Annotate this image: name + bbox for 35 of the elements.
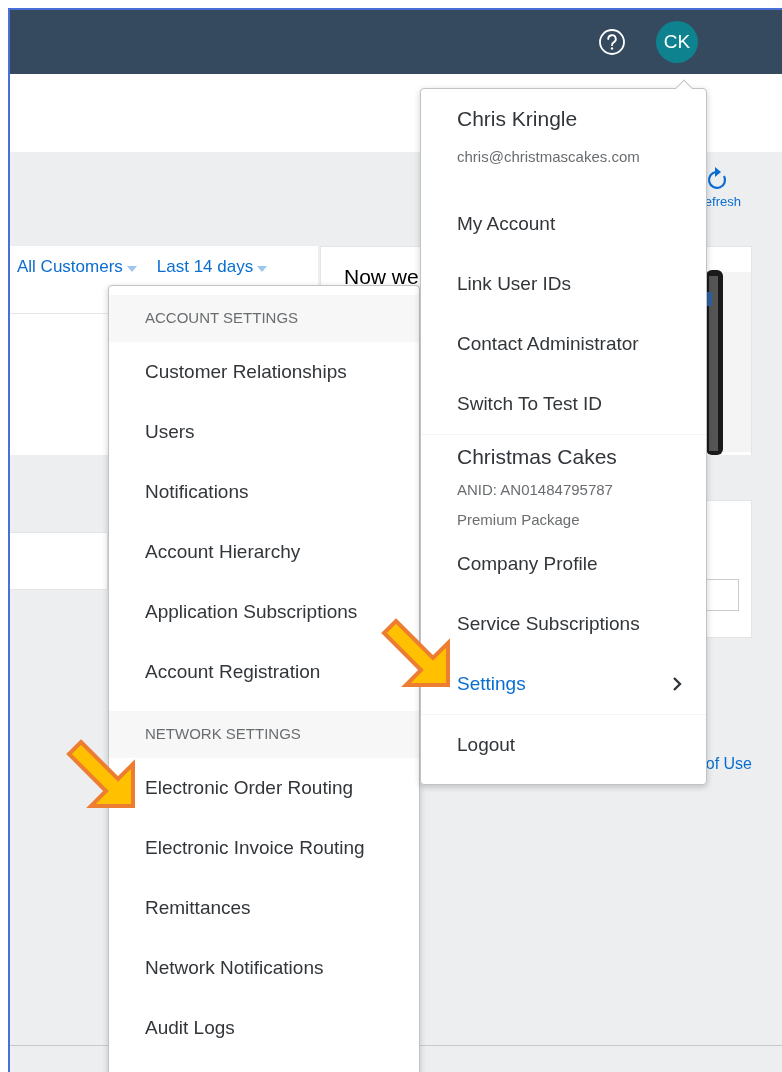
menu-item[interactable]: Audit Logs bbox=[145, 1016, 235, 1040]
input-field[interactable] bbox=[706, 579, 739, 611]
filter-dropdown[interactable]: Last 14 days bbox=[156, 257, 268, 277]
logout-item[interactable]: Logout bbox=[457, 733, 516, 757]
promo-title: Now we bbox=[344, 265, 419, 288]
menu-item[interactable]: Electronic Invoice Routing bbox=[145, 836, 365, 860]
menu-item[interactable]: Service Subscriptions bbox=[457, 612, 640, 636]
menu-item[interactable]: Network Notifications bbox=[145, 956, 324, 980]
menu-item[interactable]: Electronic Order Routing bbox=[145, 776, 354, 800]
menu-item[interactable]: Switch To Test ID bbox=[457, 392, 603, 416]
caret-icon bbox=[126, 266, 137, 272]
menu-item[interactable]: Link User IDs bbox=[457, 272, 572, 296]
section-heading: ACCOUNT SETTINGS bbox=[145, 308, 299, 329]
menu-item[interactable]: Application Subscriptions bbox=[145, 600, 358, 624]
menu-item[interactable]: Account Hierarchy bbox=[145, 540, 301, 564]
caret-icon bbox=[257, 266, 268, 272]
avatar-button[interactable]: CK bbox=[656, 21, 698, 63]
menu-item[interactable]: Remittances bbox=[145, 896, 251, 920]
menu-item[interactable]: Customer Relationships bbox=[145, 360, 347, 384]
menu-item[interactable]: Contact Administrator bbox=[457, 332, 639, 356]
menu-item[interactable]: Users bbox=[145, 420, 195, 444]
menu-item[interactable]: Notifications bbox=[145, 480, 249, 504]
section-heading: NETWORK SETTINGS bbox=[145, 724, 301, 745]
user-name: Chris Kringle bbox=[457, 106, 579, 132]
company-id: ANID: AN01484795787 bbox=[457, 480, 614, 500]
package-name: Premium Package bbox=[457, 510, 581, 530]
menu-item[interactable]: My Account bbox=[457, 212, 556, 236]
help-icon[interactable] bbox=[598, 28, 626, 56]
filter-dropdown[interactable]: All Customers bbox=[17, 257, 137, 277]
user-email: chris@christmascakes.com bbox=[457, 147, 641, 167]
menu-item[interactable]: Settings bbox=[457, 672, 682, 696]
refresh-icon bbox=[707, 166, 729, 192]
company-name: Christmas Cakes bbox=[457, 444, 618, 470]
menu-item[interactable]: Account Registration bbox=[145, 660, 321, 684]
menu-item[interactable]: Company Profile bbox=[457, 552, 598, 576]
